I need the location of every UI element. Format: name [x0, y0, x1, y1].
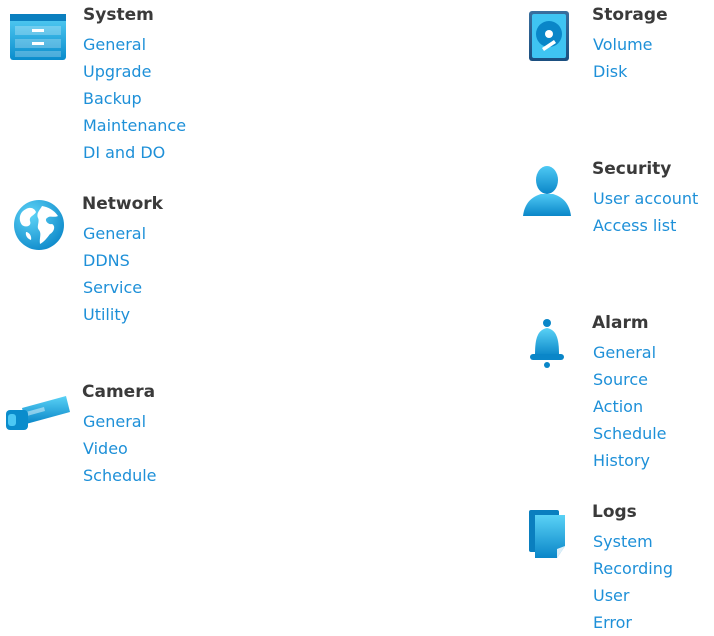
- system-link-upgrade[interactable]: Upgrade: [83, 58, 186, 85]
- network-link-utility[interactable]: Utility: [83, 301, 146, 328]
- alarm-link-general[interactable]: General: [593, 339, 667, 366]
- system-heading: System: [83, 5, 154, 25]
- camera-heading: Camera: [82, 382, 156, 402]
- logs-heading: Logs: [592, 502, 637, 522]
- alarm-link-schedule[interactable]: Schedule: [593, 420, 667, 447]
- security-link-user-account[interactable]: User account: [593, 185, 698, 212]
- logs-link-user[interactable]: User: [593, 582, 673, 609]
- network-heading: Network: [82, 194, 163, 214]
- document-icon: [527, 508, 569, 564]
- alarm-link-action[interactable]: Action: [593, 393, 667, 420]
- security-heading: Security: [592, 159, 672, 179]
- network-link-general[interactable]: General: [83, 220, 146, 247]
- system-link-maintenance[interactable]: Maintenance: [83, 112, 186, 139]
- network-link-service[interactable]: Service: [83, 274, 146, 301]
- camera-link-schedule[interactable]: Schedule: [83, 462, 157, 489]
- system-link-general[interactable]: General: [83, 31, 186, 58]
- logs-link-system[interactable]: System: [593, 528, 673, 555]
- network-link-ddns[interactable]: DDNS: [83, 247, 146, 274]
- globe-icon: [12, 198, 66, 256]
- system-link-backup[interactable]: Backup: [83, 85, 186, 112]
- security-link-access-list[interactable]: Access list: [593, 212, 698, 239]
- system-link-di-and-do[interactable]: DI and DO: [83, 139, 186, 166]
- alarm-link-history[interactable]: History: [593, 447, 667, 474]
- cabinet-icon: [8, 12, 68, 66]
- bell-icon: [527, 318, 567, 374]
- camera-link-video[interactable]: Video: [83, 435, 157, 462]
- storage-link-volume[interactable]: Volume: [593, 31, 653, 58]
- storage-link-disk[interactable]: Disk: [593, 58, 653, 85]
- user-icon: [521, 164, 573, 222]
- logs-link-recording[interactable]: Recording: [593, 555, 673, 582]
- hard-disk-icon: [528, 10, 570, 66]
- alarm-heading: Alarm: [592, 313, 649, 333]
- alarm-link-source[interactable]: Source: [593, 366, 667, 393]
- camera-link-general[interactable]: General: [83, 408, 157, 435]
- camera-icon: [4, 390, 72, 440]
- storage-heading: Storage: [592, 5, 668, 25]
